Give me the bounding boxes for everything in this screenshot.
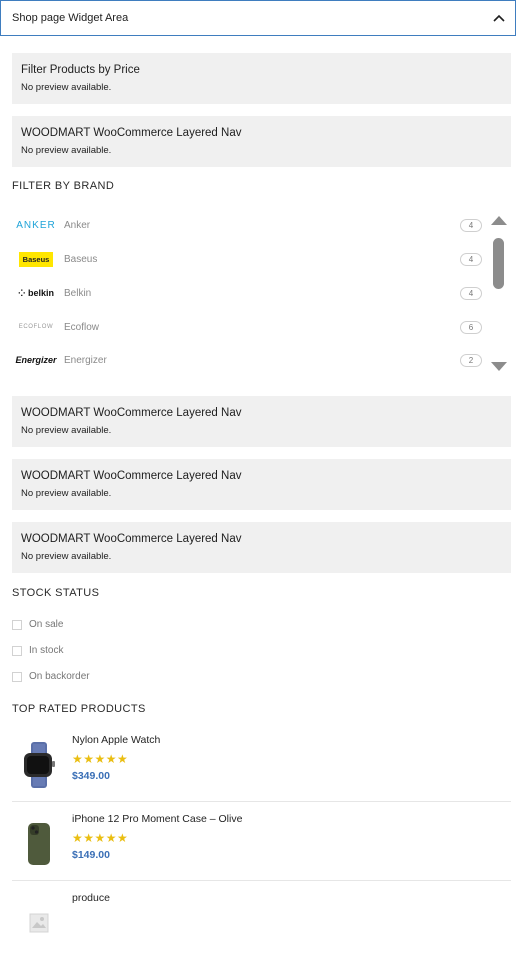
widget-preview-note: No preview available.: [21, 551, 112, 562]
brand-count-badge: 6: [460, 320, 482, 334]
brand-list-scrollbar[interactable]: [489, 216, 509, 374]
filter-by-brand-heading: FILTER BY BRAND: [12, 180, 115, 192]
brand-item-anker[interactable]: ANKER Anker 4: [12, 208, 482, 242]
widget-preview-note: No preview available.: [21, 425, 112, 436]
brand-name: Energizer: [64, 354, 107, 366]
product-name[interactable]: Nylon Apple Watch: [72, 734, 160, 746]
brand-name: Belkin: [64, 287, 92, 299]
checkbox[interactable]: [12, 645, 22, 656]
widget-preview-layered-nav[interactable]: WOODMART WooCommerce Layered Nav No prev…: [12, 459, 511, 510]
scroll-thumb[interactable]: [493, 238, 504, 289]
checkbox[interactable]: [12, 671, 22, 682]
brand-count-badge: 4: [460, 286, 482, 300]
baseus-logo: Baseus: [14, 249, 58, 269]
phone-case-icon[interactable]: [16, 821, 62, 867]
stock-option-label: In stock: [29, 645, 64, 656]
stock-option-in-stock[interactable]: In stock: [12, 645, 63, 656]
brand-item-baseus[interactable]: Baseus Baseus 4: [12, 242, 482, 276]
widget-preview-note: No preview available.: [21, 145, 112, 156]
brand-item-belkin[interactable]: ⁘ belkin Belkin 4: [12, 276, 482, 310]
widget-preview-title: Filter Products by Price: [21, 64, 140, 76]
top-rated-products-heading: TOP RATED PRODUCTS: [12, 703, 146, 715]
brand-item-energizer[interactable]: Energizer Energizer 2: [12, 343, 482, 377]
brand-count-badge: 4: [460, 252, 482, 266]
widget-preview-price-filter[interactable]: Filter Products by Price No preview avai…: [12, 53, 511, 104]
panel-title: Shop page Widget Area: [12, 12, 129, 24]
widget-preview-title: WOODMART WooCommerce Layered Nav: [21, 127, 242, 139]
stock-status-heading: STOCK STATUS: [12, 587, 100, 599]
anker-logo: ANKER: [16, 219, 56, 231]
belkin-logo: ⁘ belkin: [17, 287, 55, 298]
widget-preview-title: WOODMART WooCommerce Layered Nav: [21, 533, 242, 545]
widget-preview-layered-nav[interactable]: WOODMART WooCommerce Layered Nav No prev…: [12, 116, 511, 167]
product-name[interactable]: produce: [72, 892, 110, 904]
image-placeholder-icon[interactable]: [16, 900, 62, 946]
widget-preview-note: No preview available.: [21, 488, 112, 499]
brand-list: ANKER Anker 4 Baseus Baseus 4 ⁘ belkin B…: [12, 208, 508, 376]
star-rating-icon: ★★★★★: [72, 831, 129, 845]
widget-preview-title: WOODMART WooCommerce Layered Nav: [21, 470, 242, 482]
brand-count-badge: 4: [460, 218, 482, 232]
divider: [12, 880, 511, 881]
energizer-logo: Energizer: [15, 355, 57, 365]
stock-option-label: On backorder: [29, 671, 90, 682]
brand-name: Ecoflow: [64, 321, 100, 333]
brand-item-ecoflow[interactable]: ECOFLOW Ecoflow 6: [12, 310, 482, 344]
brand-count-badge: 2: [460, 353, 482, 367]
brand-name: Anker: [64, 219, 91, 231]
chevron-up-icon[interactable]: [493, 12, 505, 24]
brand-name: Baseus: [64, 253, 98, 265]
divider: [12, 801, 511, 802]
scroll-up-arrow-icon[interactable]: [491, 216, 507, 225]
widget-preview-layered-nav[interactable]: WOODMART WooCommerce Layered Nav No prev…: [12, 396, 511, 447]
product-item[interactable]: produce: [12, 892, 511, 955]
scroll-down-arrow-icon[interactable]: [491, 362, 507, 371]
widget-area-panel-header[interactable]: Shop page Widget Area: [0, 0, 516, 36]
stock-option-on-sale[interactable]: On sale: [12, 619, 63, 630]
stock-option-on-backorder[interactable]: On backorder: [12, 671, 90, 682]
widget-preview-title: WOODMART WooCommerce Layered Nav: [21, 407, 242, 419]
widget-preview-note: No preview available.: [21, 82, 112, 93]
stock-option-label: On sale: [29, 619, 64, 630]
product-name[interactable]: iPhone 12 Pro Moment Case – Olive: [72, 813, 242, 825]
star-rating-icon: ★★★★★: [72, 752, 129, 766]
ecoflow-logo: ECOFLOW: [18, 324, 54, 330]
product-price: $149.00: [72, 849, 110, 861]
product-price: $349.00: [72, 770, 110, 782]
checkbox[interactable]: [12, 619, 22, 630]
apple-watch-icon[interactable]: [16, 742, 62, 788]
widget-preview-layered-nav[interactable]: WOODMART WooCommerce Layered Nav No prev…: [12, 522, 511, 573]
